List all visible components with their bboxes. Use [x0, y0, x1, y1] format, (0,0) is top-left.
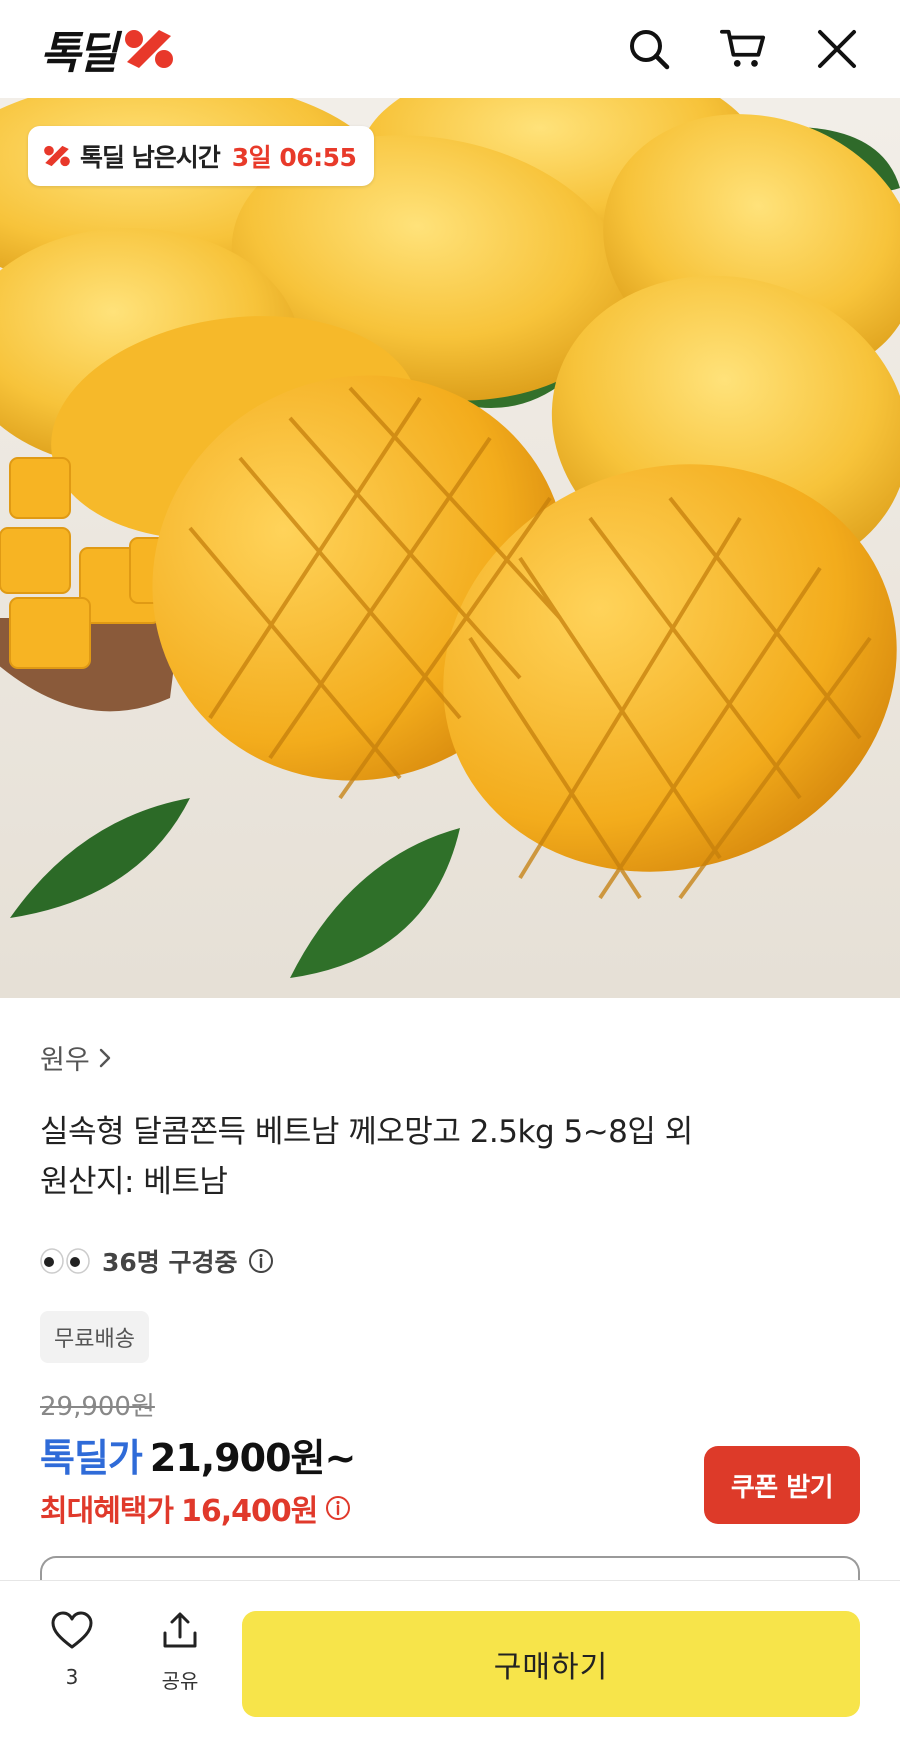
logo[interactable]: 톡딜 — [40, 17, 177, 81]
share-button[interactable]: 공유 — [148, 1611, 212, 1694]
close-icon — [818, 30, 856, 68]
viewer-count: 36명 구경중 — [40, 1243, 860, 1279]
buy-button[interactable]: 구매하기 — [242, 1611, 860, 1717]
chevron-right-icon — [99, 1048, 110, 1067]
cart-icon — [720, 29, 766, 67]
timer-label: 톡딜 남은시간 — [80, 143, 221, 172]
original-price: 29,900원 — [40, 1392, 155, 1422]
deal-price-label: 톡딜가 — [40, 1436, 143, 1480]
info-icon[interactable] — [325, 1495, 351, 1521]
like-count: 3 — [65, 1665, 79, 1689]
free-shipping-badge: 무료배송 — [40, 1311, 149, 1364]
title-line-2: 원산지: 베트남 — [40, 1164, 228, 1201]
header-actions — [626, 26, 860, 72]
product-image[interactable]: 톡딜 남은시간 3일 06:55 — [0, 98, 900, 998]
close-button[interactable] — [814, 26, 860, 72]
top-header: 톡딜 — [0, 0, 900, 98]
max-benefit-price: 16,400원 — [181, 1494, 318, 1529]
seller-link[interactable]: 원우 — [40, 1038, 860, 1077]
eyes-icon — [40, 1248, 90, 1275]
like-button[interactable]: 3 — [40, 1611, 104, 1689]
price-area: 29,900원 톡딜가 21,900원~ 최대혜택가 16,400원 쿠폰 받기 — [40, 1386, 860, 1529]
logo-text: 톡딜 — [40, 28, 118, 79]
product-title: 실속형 달콤쫀득 베트남 께오망고 2.5kg 5~8입 외 원산지: 베트남 — [40, 1107, 860, 1207]
get-coupon-button[interactable]: 쿠폰 받기 — [704, 1446, 860, 1524]
deal-price: 21,900원~ — [149, 1436, 356, 1480]
bottom-action-bar: 3 공유 구매하기 — [0, 1580, 900, 1741]
title-line-1: 실속형 달콤쫀득 베트남 께오망고 2.5kg 5~8입 외 — [40, 1114, 693, 1150]
max-benefit-label: 최대혜택가 — [40, 1494, 174, 1529]
percent-icon — [44, 145, 70, 167]
share-label: 공유 — [161, 1669, 199, 1693]
heart-icon — [51, 1611, 93, 1649]
info-icon[interactable] — [248, 1248, 274, 1274]
search-icon — [630, 30, 670, 70]
percent-logo-icon — [124, 30, 173, 68]
cart-button[interactable] — [720, 26, 766, 72]
deal-timer-badge: 톡딜 남은시간 3일 06:55 — [28, 126, 375, 186]
timer-value: 3일 06:55 — [231, 143, 357, 172]
mango-illustration — [0, 98, 900, 998]
seller-name: 원우 — [40, 1045, 90, 1076]
viewer-text: 36명 구경중 — [102, 1248, 238, 1278]
search-button[interactable] — [626, 26, 672, 72]
product-info: 원우 실속형 달콤쫀득 베트남 께오망고 2.5kg 5~8입 외 원산지: 베… — [40, 1038, 860, 1364]
share-icon — [163, 1612, 197, 1648]
